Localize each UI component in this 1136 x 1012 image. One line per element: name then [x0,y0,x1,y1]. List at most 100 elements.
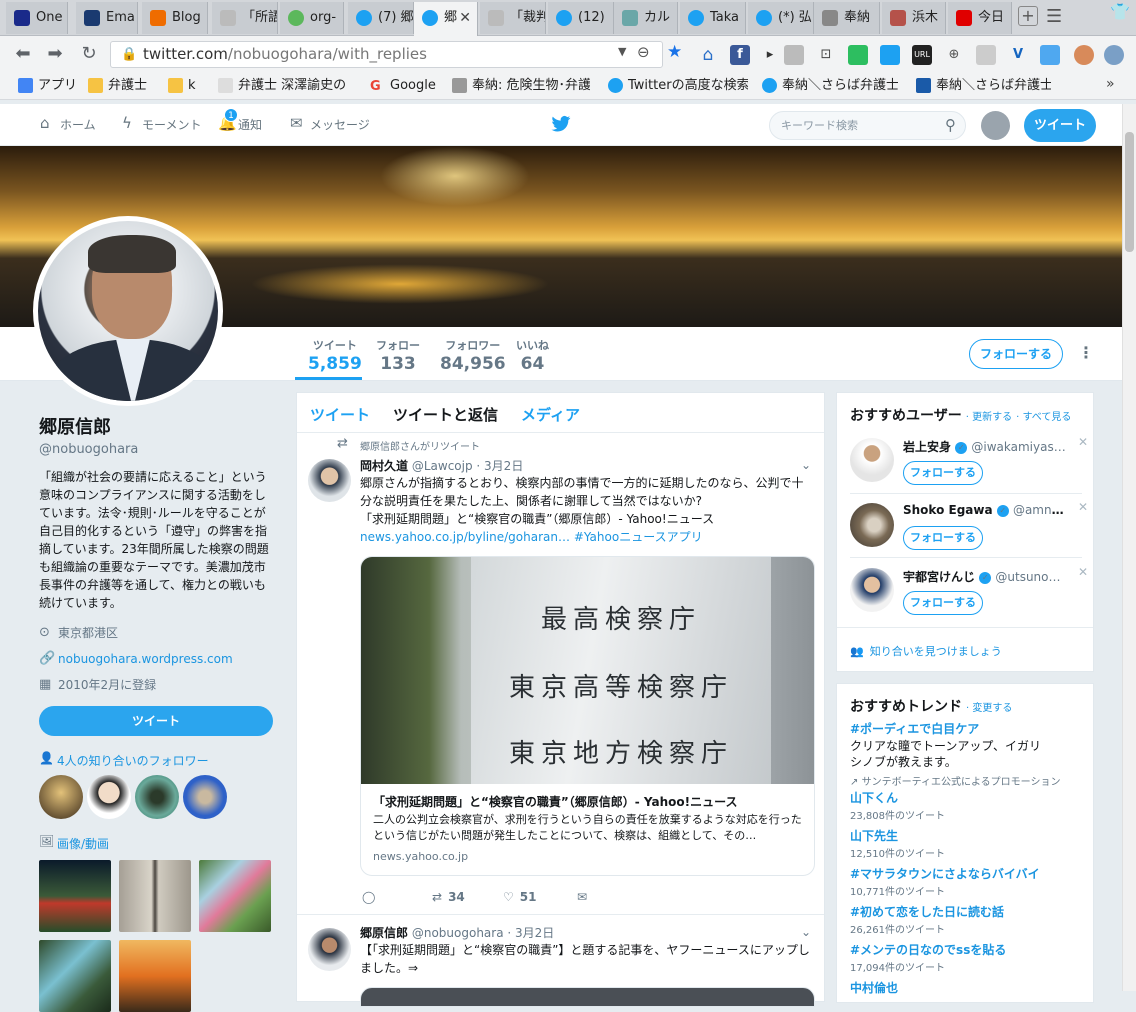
bookmark-item[interactable]: アプリ [18,77,77,95]
change-trends-link[interactable]: · 変更する [966,703,1012,714]
profile-avatar[interactable] [33,216,223,406]
browser-tab[interactable]: 「裁判 [480,2,546,34]
trend-item[interactable]: #マサラタウンにさよならバイバイ 10,771件のツイート [850,865,1090,898]
scrollbar-thumb[interactable] [1125,132,1134,252]
crosshair-icon[interactable]: ⊕ [944,45,964,65]
shirt-icon[interactable]: 👕 [1110,2,1130,21]
trend-item[interactable]: 山下先生 12,510件のツイート [850,827,1090,860]
bookmark-item[interactable]: 奉納＼さらば弁護士 [916,77,1051,95]
profile-website-link[interactable]: 🔗 nobuogohara.wordpress.com [39,650,275,668]
back-arrow-icon[interactable]: ⬅ [12,44,34,64]
tab-tweets-and-replies[interactable]: ツイートと返信 [393,404,498,425]
search-icon[interactable]: ⚲ [945,112,956,139]
bookmark-icon[interactable]: ⊡ [816,45,836,65]
account-avatar[interactable] [981,111,1010,140]
follower-avatar[interactable] [87,775,131,819]
media-thumbnail[interactable] [39,940,111,1012]
browser-tab[interactable]: (12) [548,2,614,34]
find-friends-text[interactable]: 知り合いを見つけましょう [870,645,1002,658]
url-shortener-icon[interactable]: URL [912,45,932,65]
browser-tab[interactable]: (*) 弘 [748,2,814,34]
dismiss-icon[interactable]: ✕ [1078,435,1088,449]
browser-tab[interactable]: Ema [76,2,138,34]
stat-followers[interactable]: フォロワー 84,956 [440,337,506,374]
stat-following[interactable]: フォロー 133 [376,337,420,374]
search-input[interactable]: キーワード検索 ⚲ [769,111,966,140]
bookmark-item[interactable]: 奉納: 危険生物･弁護 [452,77,590,95]
bookmark-folder[interactable]: k [168,77,196,95]
trend-name[interactable]: 山下くん [850,789,1090,806]
follower-avatar[interactable] [39,775,83,819]
nav-moments[interactable]: ϟ モーメント [122,114,202,133]
browser-tab[interactable]: 奉納 [814,2,880,34]
trend-item[interactable]: #メンテの日なのでssを貼る 17,094件のツイート [850,941,1090,974]
trend-name[interactable]: #マサラタウンにさよならバイバイ [850,865,1090,882]
trend-name[interactable]: #初めて恋をした日に読む話 [850,903,1090,920]
media-thumbnail[interactable] [39,860,111,932]
nav-notifications[interactable]: 🔔 1 通知 [218,108,262,133]
tweet-date[interactable]: · 3月2日 [507,926,554,940]
follow-button[interactable]: フォローする [969,339,1063,369]
profile-icon[interactable] [1074,45,1094,65]
trend-item[interactable]: 中村倫也 [850,979,1090,996]
browser-tab[interactable]: (7) 郷 [348,2,414,34]
follow-button[interactable]: フォローする [903,461,983,485]
stat-tweets[interactable]: ツイート 5,859 [308,337,362,374]
compose-tweet-button[interactable]: ツイート [1024,109,1096,142]
extension-icon[interactable] [976,45,996,65]
trend-item[interactable]: 山下くん 23,808件のツイート [850,789,1090,822]
browser-tab[interactable]: カル [614,2,678,34]
trend-name[interactable]: 山下先生 [850,827,1090,844]
browser-tab[interactable]: org- [280,2,344,34]
known-followers-link[interactable]: 👤 4人の知り合いのフォロワー [39,751,275,769]
play-icon[interactable]: ▸ [760,45,780,65]
bookmark-item[interactable]: 奉納＼さらば弁護士 [762,77,898,95]
nav-home[interactable]: ⌂ ホーム [40,114,96,133]
page-scrollbar[interactable] [1122,104,1136,991]
more-bookmarks-icon[interactable]: » [1106,76,1115,92]
media-heading-link[interactable]: 🖼 画像/動画 [39,834,275,852]
suggested-user-avatar[interactable] [850,568,894,612]
tweet-author-name[interactable]: 郷原信郎 [360,926,408,940]
tab-tweets[interactable]: ツイート [310,404,370,425]
refresh-link[interactable]: · 更新する [966,412,1012,423]
tweet-author-name[interactable]: 岡村久道 [360,459,408,473]
evernote-icon[interactable] [848,45,868,65]
reload-icon[interactable]: ↻ [78,44,100,64]
browser-tab[interactable]: One [6,2,68,34]
tab-media[interactable]: メディア [521,404,580,425]
tweet-author-avatar[interactable] [308,928,351,971]
nav-messages[interactable]: ✉ メッセージ [290,114,370,133]
promoted-trend[interactable]: #ポーディエで白目ケア クリアな瞳でトーンアップ、イガリシノブが教えます。 ↗ … [850,720,1090,788]
media-heading-text[interactable]: 画像/動画 [57,837,109,851]
suggested-user-avatar[interactable] [850,503,894,547]
tweet-link[interactable]: news.yahoo.co.jp/byline/goharan… [360,530,570,544]
vpn-icon[interactable]: V [1008,45,1028,65]
media-thumbnail[interactable] [199,860,271,932]
extension-icon[interactable] [784,45,804,65]
suggested-user-name[interactable]: 宇都宮けんじ ✓ @utsuno… [903,568,1068,585]
new-tab-icon[interactable]: + [1018,6,1038,26]
twitter-extension-icon[interactable] [880,45,900,65]
stat-likes[interactable]: いいね 64 [516,337,549,374]
website-text[interactable]: nobuogohara.wordpress.com [58,652,233,666]
see-all-link[interactable]: · すべて見る [1016,412,1071,423]
trend-name[interactable]: #ポーディエで白目ケア [850,720,1090,737]
tweet-hashtag[interactable]: #Yahooニュースアプリ [574,530,703,544]
browser-tab[interactable]: Blog [142,2,208,34]
zoom-icon[interactable]: ⊖ [637,43,650,61]
reply-icon[interactable]: ◯ [362,890,375,904]
bookmark-item[interactable]: Twitterの高度な検索 [608,77,748,95]
browser-tab-active[interactable]: 郷 ✕ [414,2,478,36]
profile-name[interactable]: 郷原信郎 [39,413,275,439]
extension-icon[interactable] [1040,45,1060,65]
suggested-user-name[interactable]: Shoko Egawa ✓ @amner… [903,503,1068,517]
suggested-user-name[interactable]: 岩上安身 ✓ @iwakamiyas… [903,438,1068,455]
tweet-author-handle[interactable]: @nobuogohara [412,926,504,940]
tab-list-icon[interactable]: ☰ [1046,6,1062,27]
close-tab-icon[interactable]: ✕ [459,2,471,34]
bookmark-folder[interactable]: 弁護士 [88,77,147,95]
follower-avatar[interactable] [135,775,179,819]
browser-tab[interactable]: 今日 [948,2,1012,34]
media-thumbnail[interactable] [119,940,191,1012]
